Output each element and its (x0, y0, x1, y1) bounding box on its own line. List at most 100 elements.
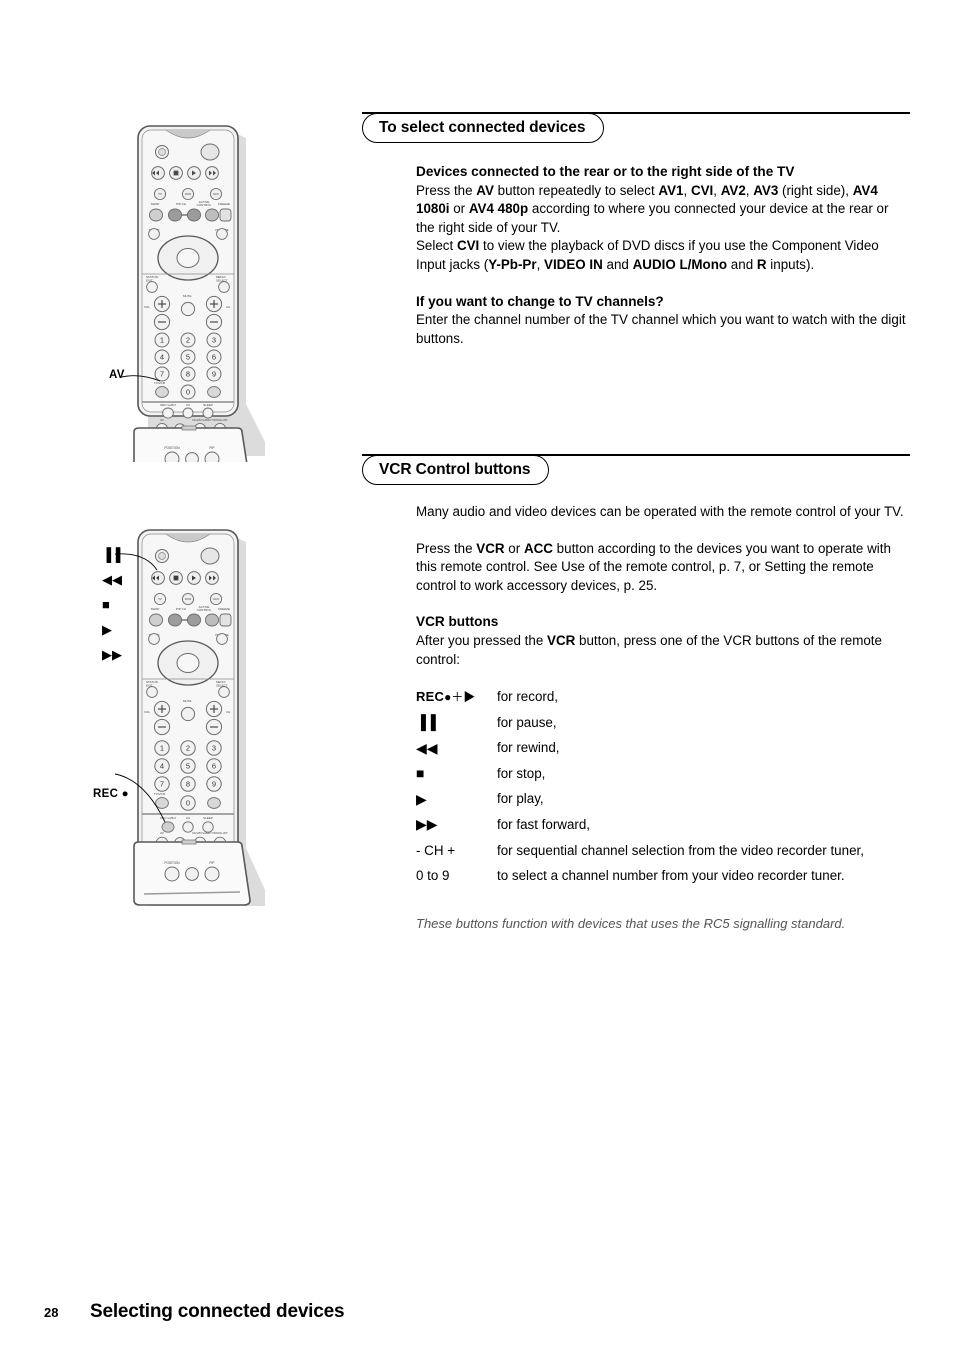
vcr-key-label: REC (416, 689, 445, 704)
pause-icon: ▐▐ (416, 714, 436, 731)
vcr-key-digits: 0 to 9 (416, 866, 497, 885)
remote-illustration-av: TV DVD ACC SWAP PIP CH ACTIVECONTROL FREEZE … (121, 125, 265, 490)
vcr-key-description: for sequential channel selection from th… (497, 842, 864, 858)
vcr-key-row: ▐▐ for pause, (416, 713, 910, 739)
rewind-icon: ◀◀ (102, 572, 122, 587)
svg-text:DVD: DVD (185, 597, 192, 601)
svg-text:9: 9 (212, 780, 216, 789)
fast-forward-icon: ▶▶ (102, 647, 122, 662)
svg-text:CONTROL: CONTROL (197, 203, 212, 207)
svg-text:CONTROL: CONTROL (197, 608, 212, 612)
svg-text:POSITION: POSITION (164, 446, 180, 450)
svg-text:POSITION: POSITION (164, 861, 180, 865)
vcr-key-row: ◀◀ for rewind, (416, 738, 910, 764)
svg-text:9: 9 (212, 370, 216, 379)
vcr-key-ch: - CH + (416, 841, 497, 860)
section-header-select-connected-devices: To select connected devices (362, 112, 910, 146)
vcr-footnote: These buttons function with devices that… (416, 916, 846, 931)
section-title-select-connected-devices: To select connected devices (379, 119, 586, 136)
vcr-key-description: for record, (497, 689, 559, 704)
vcr-key-pause: ▐▐ (416, 713, 497, 732)
play-icon: ▶ (416, 790, 427, 807)
svg-text:5: 5 (186, 353, 190, 362)
svg-text:MUTE: MUTE (183, 699, 192, 703)
vcr-key-description: for rewind, (497, 740, 560, 756)
svg-text:6: 6 (212, 353, 216, 362)
paragraph-many-devices: Many audio and video devices can be oper… (416, 504, 904, 519)
svg-text:4: 4 (160, 353, 164, 362)
svg-text:SLEEP: SLEEP (203, 403, 213, 407)
svg-text:3: 3 (212, 744, 216, 753)
svg-text:7: 7 (160, 370, 164, 379)
section-title-vcr-control-buttons: VCR Control buttons (379, 461, 531, 478)
paragraph-press-av: Press the AV button repeatedly to select… (416, 182, 889, 235)
svg-text:4: 4 (160, 762, 164, 771)
section-body-vcr-control-buttons: Many audio and video devices can be oper… (416, 503, 910, 669)
paragraph-enter-channel-number: Enter the channel number of the TV chann… (416, 312, 906, 346)
callout-label-av: AV (109, 369, 125, 381)
svg-text:TV/VCR: TV/VCR (154, 792, 166, 796)
stop-icon: ■ (416, 765, 425, 782)
vcr-key-description: for play, (497, 791, 544, 807)
svg-text:DOLBY\u00b7 PROGLIST: DOLBY\u00b7 PROGLIST (192, 418, 228, 422)
play-icon: ▶ (102, 622, 112, 637)
page-number: 28 (44, 1305, 59, 1320)
subheading-devices-connected: Devices connected to the rear or to the … (416, 164, 795, 179)
header-pill: To select connected devices (362, 113, 605, 143)
vcr-key-description: for fast forward, (497, 816, 591, 832)
svg-text:7: 7 (160, 780, 164, 789)
vcr-key-play: ▶ (416, 789, 497, 808)
svg-text:1: 1 (160, 744, 164, 753)
svg-text:SWAP: SWAP (151, 202, 160, 206)
pause-icon: ▐▐ (102, 547, 121, 562)
svg-text:8: 8 (186, 370, 190, 379)
vcr-key-rec: REC ●＋▶ (416, 687, 497, 706)
vcr-key-stop: ■ (416, 764, 497, 783)
vcr-key-rew: ◀◀ (416, 738, 497, 757)
subheading-vcr-buttons: VCR buttons (416, 614, 499, 630)
vcr-key-label: - CH + (416, 842, 456, 858)
svg-text:TV: TV (158, 192, 162, 196)
svg-text:3: 3 (212, 336, 216, 345)
svg-text:2: 2 (186, 336, 190, 345)
vcr-footnote-wrap: These buttons function with devices that… (416, 915, 910, 933)
svg-text:1: 1 (160, 336, 164, 345)
vcr-side-glyph-list: ▐▐ ◀◀ ■ ▶ ▶▶ (102, 542, 122, 667)
svg-text:5: 5 (186, 762, 190, 771)
svg-text:0: 0 (186, 388, 190, 397)
svg-text:MUTE: MUTE (183, 294, 192, 298)
vcr-key-ff: ▶▶ (416, 815, 497, 834)
rew-icon: ◀◀ (416, 739, 438, 756)
svg-text:DOLBY\u00b7 PROGLIST: DOLBY\u00b7 PROGLIST (192, 831, 228, 835)
svg-text:0: 0 (186, 799, 190, 808)
svg-text:VOL: VOL (144, 305, 150, 309)
svg-text:8: 8 (186, 780, 190, 789)
remote-figure-vcr: TV DVD ACC SWAP PIP CH ACTIVE CONTROL FREEZE … (90, 512, 280, 912)
svg-text:CH: CH (226, 305, 230, 309)
svg-text:PIP: PIP (209, 861, 214, 865)
stop-icon: ■ (102, 597, 110, 612)
vcr-key-row: - CH + for sequential channel selection f… (416, 841, 910, 867)
vcr-key-row: ■ for stop, (416, 764, 910, 790)
ff-icon: ▶▶ (416, 816, 438, 833)
vcr-key-description: to select a channel number from your vid… (497, 868, 845, 884)
svg-text:FREEZE: FREEZE (218, 607, 230, 611)
header-pill: VCR Control buttons (362, 455, 550, 485)
svg-text:ACC: ACC (213, 192, 220, 196)
rec-icon: ●＋▶ (444, 689, 476, 704)
paragraph-after-pressed-vcr: After you pressed the VCR button, press … (416, 632, 882, 667)
vcr-key-row: REC ●＋▶ for record, (416, 687, 910, 713)
vcr-key-label: 0 to 9 (416, 868, 450, 884)
svg-text:AV: AV (160, 418, 164, 422)
paragraph-select-cvi: Select CVI to view the playback of DVD d… (416, 238, 879, 272)
vcr-key-description: for pause, (497, 714, 557, 730)
svg-text:DVD: DVD (185, 192, 192, 196)
svg-text:FREEZE: FREEZE (218, 202, 230, 206)
svg-text:VOL: VOL (144, 710, 150, 714)
svg-text:PIP: PIP (209, 446, 214, 450)
section-header-vcr-control-buttons: VCR Control buttons (362, 454, 910, 488)
section-body-select-connected-devices: Devices connected to the rear or to the … (416, 163, 910, 348)
